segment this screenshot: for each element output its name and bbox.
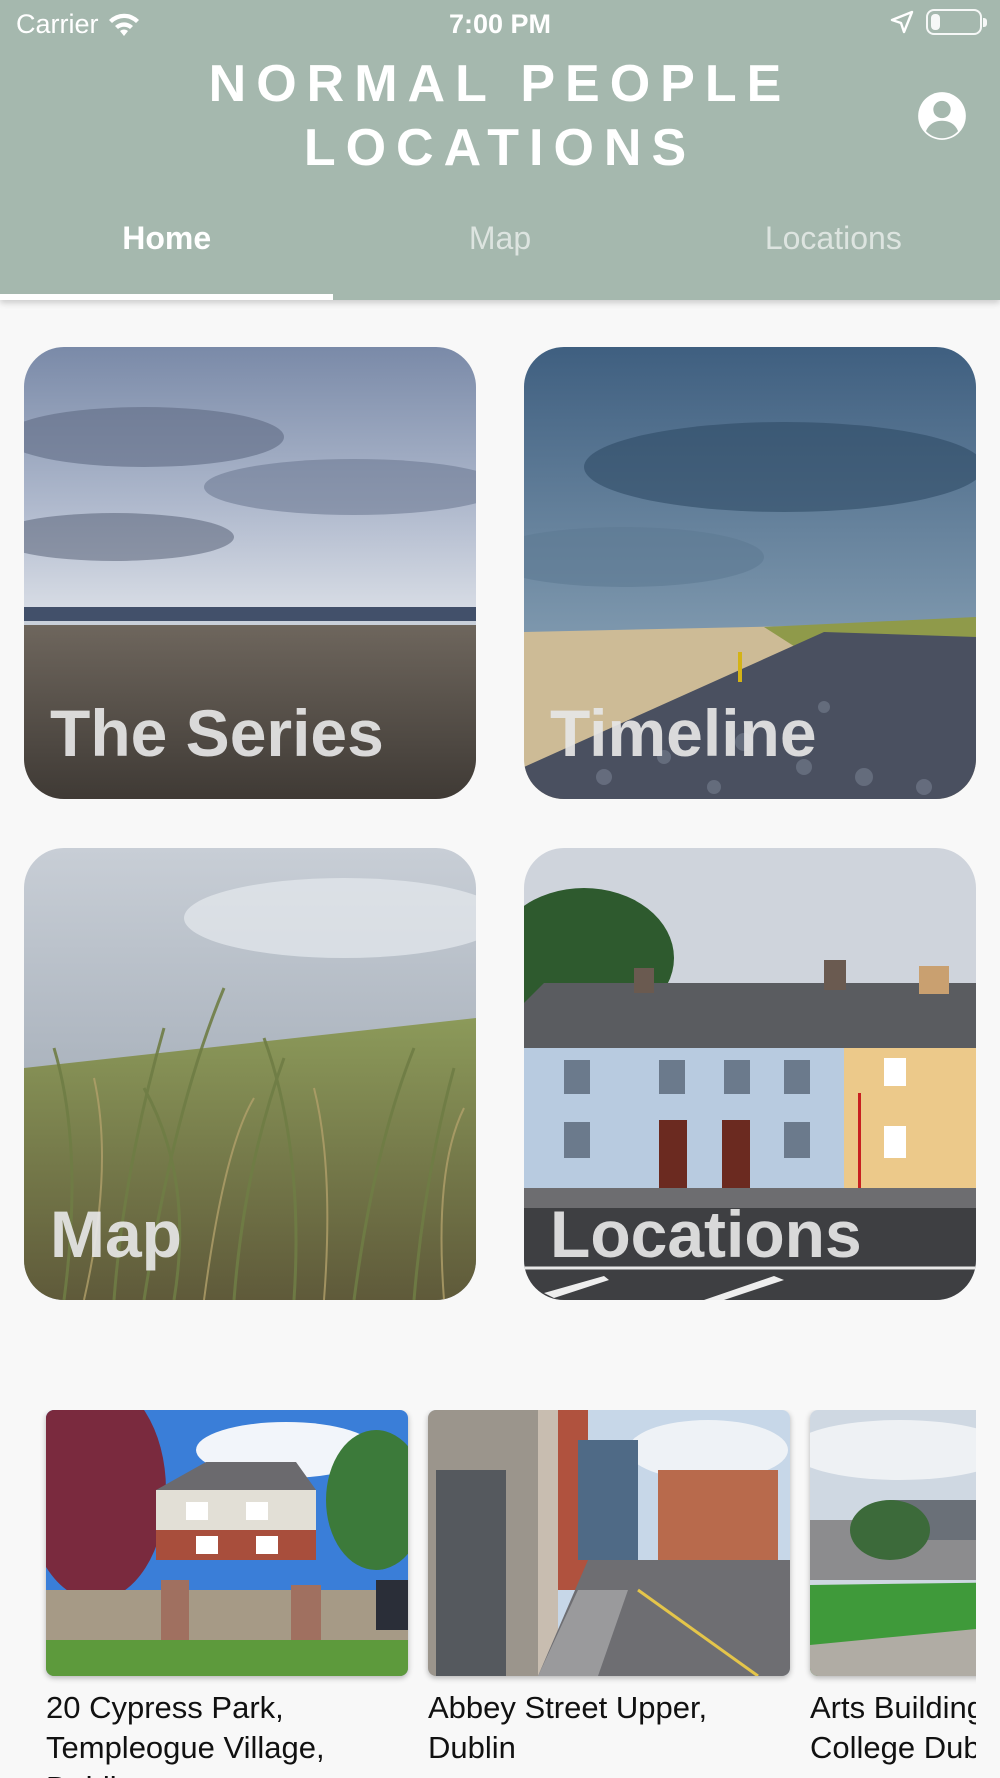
- app-header: Carrier 7:00 PM NORMAL PEOPLE LOCATIONS …: [0, 0, 1000, 300]
- tab-bar: Home Map Locations: [0, 205, 1000, 300]
- house-photo: [46, 1410, 408, 1676]
- account-circle-icon[interactable]: [916, 90, 968, 142]
- locations-carousel[interactable]: 20 Cypress Park, Templeogue Village, Dub…: [0, 1410, 976, 1778]
- card-label-the-series: The Series: [50, 696, 384, 770]
- location-name: 20 Cypress Park, Templeogue Village, Dub…: [46, 1690, 325, 1778]
- active-tab-indicator: [0, 294, 333, 300]
- location-item[interactable]: Arts Building, Trinity College Dublin: [810, 1410, 976, 1768]
- tab-map[interactable]: Map: [333, 205, 666, 300]
- status-bar: Carrier 7:00 PM: [0, 0, 1000, 50]
- card-label-timeline: Timeline: [550, 696, 817, 770]
- status-time: 7:00 PM: [448, 9, 552, 39]
- street-photo: [428, 1410, 790, 1676]
- location-item[interactable]: Abbey Street Upper, Dublin: [428, 1410, 790, 1768]
- card-map[interactable]: Map: [24, 848, 476, 1300]
- campus-photo: [810, 1410, 976, 1676]
- card-timeline[interactable]: Timeline: [524, 347, 976, 799]
- card-label-map: Map: [50, 1197, 182, 1271]
- status-right: [890, 9, 987, 35]
- tab-locations[interactable]: Locations: [667, 205, 1000, 300]
- location-photo: [428, 1410, 790, 1676]
- location-item[interactable]: 20 Cypress Park, Templeogue Village, Dub…: [46, 1410, 408, 1778]
- card-label-locations: Locations: [550, 1197, 862, 1271]
- location-photo: [46, 1410, 408, 1676]
- app-title: NORMAL PEOPLE LOCATIONS: [208, 55, 792, 177]
- battery-icon: [926, 9, 987, 35]
- card-locations[interactable]: Locations: [524, 848, 976, 1300]
- location-arrow-icon: [890, 10, 914, 34]
- location-name: Arts Building, Trinity College Dublin: [810, 1690, 976, 1765]
- location-name: Abbey Street Upper, Dublin: [428, 1690, 708, 1765]
- tab-home[interactable]: Home: [0, 205, 333, 300]
- battery-fill: [931, 14, 940, 30]
- location-photo: [810, 1410, 976, 1676]
- card-the-series[interactable]: The Series: [24, 347, 476, 799]
